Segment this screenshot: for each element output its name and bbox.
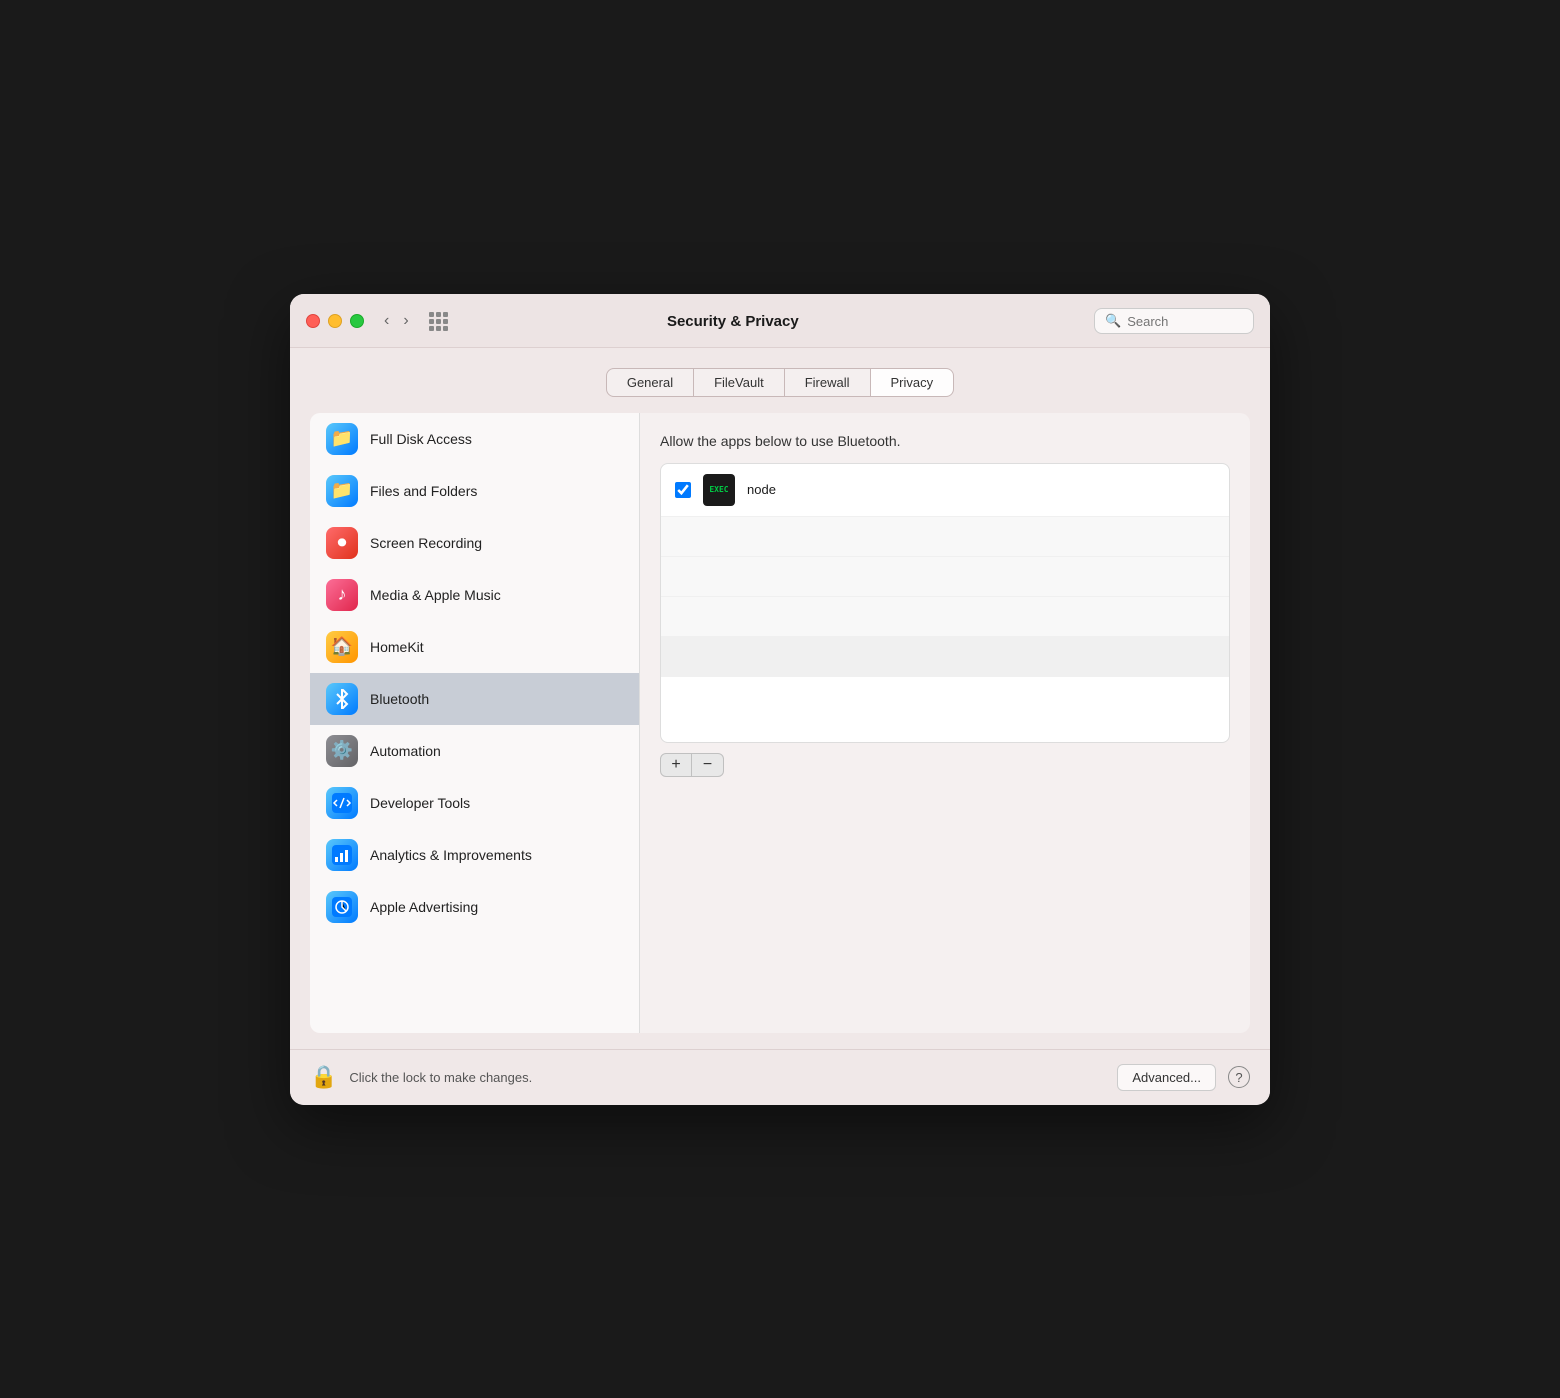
music-icon: ♪ (326, 579, 358, 611)
tab-privacy[interactable]: Privacy (871, 368, 955, 397)
traffic-lights (306, 314, 364, 328)
sidebar-item-screen-recording[interactable]: ⏺ Screen Recording (310, 517, 639, 569)
sidebar-item-label: Bluetooth (370, 691, 429, 707)
sidebar-item-label: Full Disk Access (370, 431, 472, 447)
list-controls: + − (660, 753, 1230, 777)
sidebar-item-label: Analytics & Improvements (370, 847, 532, 863)
apps-list: EXEC node (660, 463, 1230, 743)
maximize-button[interactable] (350, 314, 364, 328)
tabs-bar: General FileVault Firewall Privacy (310, 368, 1250, 397)
remove-app-button[interactable]: − (692, 753, 724, 777)
close-button[interactable] (306, 314, 320, 328)
advertising-icon (326, 891, 358, 923)
lock-text: Click the lock to make changes. (349, 1070, 1105, 1085)
tab-firewall[interactable]: Firewall (785, 368, 871, 397)
automation-icon: ⚙️ (326, 735, 358, 767)
sidebar-item-label: Files and Folders (370, 483, 477, 499)
sidebar: 📁 Full Disk Access 📁 Files and Folders ⏺… (310, 413, 640, 1033)
main-area: 📁 Full Disk Access 📁 Files and Folders ⏺… (310, 413, 1250, 1033)
full-disk-access-icon: 📁 (326, 423, 358, 455)
advanced-button[interactable]: Advanced... (1117, 1064, 1216, 1091)
search-input[interactable] (1127, 314, 1243, 329)
bluetooth-icon (326, 683, 358, 715)
sidebar-item-analytics[interactable]: Analytics & Improvements (310, 829, 639, 881)
node-app-icon: EXEC (703, 474, 735, 506)
search-icon: 🔍 (1105, 313, 1121, 329)
empty-row-3 (661, 597, 1229, 637)
empty-row-1 (661, 517, 1229, 557)
bottom-bar: 🔒 Click the lock to make changes. Advanc… (290, 1049, 1270, 1105)
developer-tools-icon (326, 787, 358, 819)
main-window: ‹ › Security & Privacy 🔍 General FileVau… (290, 294, 1270, 1105)
analytics-icon (326, 839, 358, 871)
node-checkbox[interactable] (675, 482, 691, 498)
empty-row-4 (661, 637, 1229, 677)
tab-general[interactable]: General (606, 368, 694, 397)
node-app-name: node (747, 482, 776, 497)
right-panel: Allow the apps below to use Bluetooth. E… (640, 413, 1250, 1033)
help-button[interactable]: ? (1228, 1066, 1250, 1088)
homekit-icon: 🏠 (326, 631, 358, 663)
sidebar-item-apple-advertising[interactable]: Apple Advertising (310, 881, 639, 933)
sidebar-item-automation[interactable]: ⚙️ Automation (310, 725, 639, 777)
sidebar-item-bluetooth[interactable]: Bluetooth (310, 673, 639, 725)
empty-row-2 (661, 557, 1229, 597)
sidebar-item-label: Developer Tools (370, 795, 470, 811)
panel-description: Allow the apps below to use Bluetooth. (660, 433, 1230, 449)
minimize-button[interactable] (328, 314, 342, 328)
sidebar-item-label: Automation (370, 743, 441, 759)
content-area: General FileVault Firewall Privacy 📁 Ful… (290, 348, 1270, 1033)
window-title: Security & Privacy (384, 313, 1082, 330)
sidebar-item-full-disk-access[interactable]: 📁 Full Disk Access (310, 413, 639, 465)
files-folders-icon: 📁 (326, 475, 358, 507)
sidebar-item-label: Media & Apple Music (370, 587, 501, 603)
add-app-button[interactable]: + (660, 753, 692, 777)
sidebar-item-homekit[interactable]: 🏠 HomeKit (310, 621, 639, 673)
sidebar-item-media-apple-music[interactable]: ♪ Media & Apple Music (310, 569, 639, 621)
sidebar-item-label: HomeKit (370, 639, 424, 655)
screen-recording-icon: ⏺ (326, 527, 358, 559)
sidebar-item-label: Apple Advertising (370, 899, 478, 915)
titlebar: ‹ › Security & Privacy 🔍 (290, 294, 1270, 348)
search-box[interactable]: 🔍 (1094, 308, 1254, 334)
tab-filevault[interactable]: FileVault (694, 368, 785, 397)
sidebar-item-developer-tools[interactable]: Developer Tools (310, 777, 639, 829)
lock-icon[interactable]: 🔒 (310, 1064, 337, 1090)
sidebar-item-label: Screen Recording (370, 535, 482, 551)
sidebar-item-files-and-folders[interactable]: 📁 Files and Folders (310, 465, 639, 517)
app-row-node: EXEC node (661, 464, 1229, 517)
